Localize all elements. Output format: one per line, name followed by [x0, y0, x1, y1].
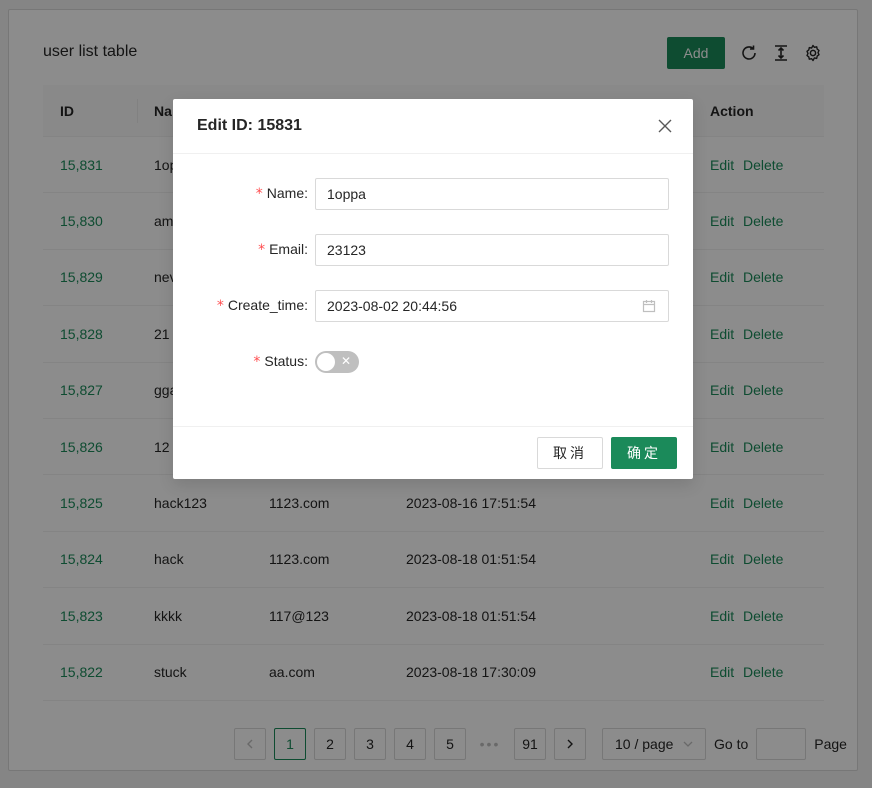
name-input[interactable]: 1oppa	[315, 178, 669, 210]
create-time-value: 2023-08-02 20:44:56	[327, 298, 457, 314]
modal-footer: 取消 确定	[173, 426, 693, 479]
cancel-button[interactable]: 取消	[537, 437, 603, 469]
email-form-item: * Email: 23123	[173, 234, 693, 266]
close-icon[interactable]	[657, 118, 673, 134]
status-label: * Status:	[253, 353, 308, 370]
edit-modal: Edit ID: 15831 * Name: 1oppa * Email: 2312…	[173, 99, 693, 479]
email-label: * Email:	[258, 241, 308, 258]
name-form-item: * Name: 1oppa	[173, 178, 693, 210]
calendar-icon[interactable]	[642, 299, 656, 316]
status-switch[interactable]: ✕	[315, 351, 359, 373]
close-icon: ✕	[340, 354, 351, 368]
create-time-label: * Create_time:	[216, 297, 308, 314]
email-input[interactable]: 23123	[315, 234, 669, 266]
create-time-picker[interactable]: 2023-08-02 20:44:56	[315, 290, 669, 322]
switch-knob	[317, 353, 335, 371]
create-time-form-item: * Create_time: 2023-08-02 20:44:56	[173, 290, 693, 322]
modal-header: Edit ID: 15831	[173, 99, 693, 154]
modal-title: Edit ID: 15831	[197, 117, 302, 134]
status-form-item: * Status: ✕	[173, 346, 693, 378]
confirm-button[interactable]: 确定	[611, 437, 677, 469]
name-label: * Name:	[255, 185, 308, 202]
